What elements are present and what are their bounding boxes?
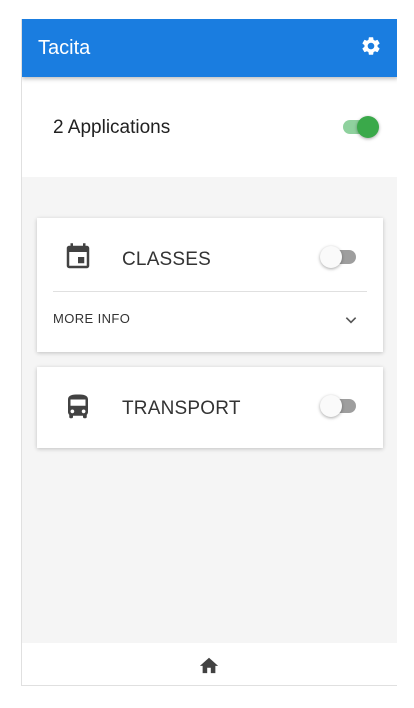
toggle-thumb — [357, 116, 379, 138]
card-divider — [53, 291, 367, 292]
applications-count-label: 2 Applications — [53, 117, 171, 138]
toggle-thumb — [320, 395, 342, 417]
app-frame: Tacita 2 Applications CLASSES MORE INFO — [21, 19, 397, 686]
applications-summary: 2 Applications — [22, 77, 397, 177]
home-icon[interactable] — [198, 655, 220, 675]
toggle-thumb — [320, 246, 342, 268]
chevron-down-icon[interactable] — [343, 312, 359, 328]
more-info-link[interactable]: MORE INFO — [53, 311, 130, 326]
app-title: Tacita — [38, 37, 91, 59]
application-card-transport: TRANSPORT — [37, 367, 383, 448]
app-bar: Tacita — [22, 19, 397, 77]
all-applications-toggle[interactable] — [341, 116, 379, 138]
classes-toggle[interactable] — [320, 246, 358, 268]
application-name: TRANSPORT — [122, 398, 241, 419]
bottom-navigation — [22, 643, 397, 685]
calendar-icon — [66, 243, 90, 269]
bus-icon — [68, 394, 88, 419]
transport-toggle[interactable] — [320, 395, 358, 417]
application-name: CLASSES — [122, 249, 212, 270]
application-card-classes: CLASSES MORE INFO — [37, 218, 383, 352]
gear-icon[interactable] — [360, 35, 382, 57]
